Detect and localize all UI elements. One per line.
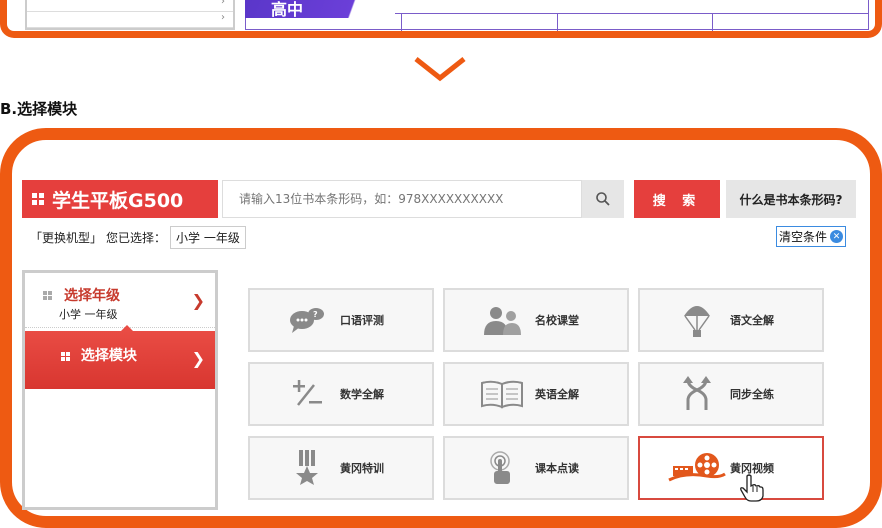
sidebar-item-label: 选择模块 (80, 348, 137, 364)
submit-search-button[interactable]: 搜 索 (634, 180, 720, 218)
plus-minus-icon (293, 380, 322, 406)
table-cell[interactable] (712, 13, 868, 31)
module-famous-school[interactable]: 名校课堂 (443, 288, 629, 352)
module-sync-practice[interactable]: 同步全练 (638, 362, 824, 426)
list-item[interactable]: › (27, 0, 233, 12)
open-book-icon (481, 380, 523, 409)
svg-text:?: ? (313, 310, 318, 319)
grade-list: › › (25, 0, 235, 30)
hand-cursor-icon (740, 474, 764, 502)
side-nav: 选择年级 小学 一年级 ❯ 选择模块 ❯ (22, 270, 218, 510)
module-label: 同步全练 (730, 388, 774, 401)
clear-conditions-button[interactable]: 清空条件 ✕ (776, 226, 847, 247)
module-textbook-reading[interactable]: 课本点读 (443, 436, 629, 500)
selected-tag: 小学 一年级 (170, 226, 246, 249)
search-icon (596, 192, 610, 206)
module-label: 数学全解 (340, 388, 384, 401)
chevron-right-icon: ❯ (191, 291, 205, 310)
cross-arrows-icon (683, 376, 711, 410)
close-icon: ✕ (830, 230, 844, 243)
sidebar-item-module[interactable]: 选择模块 ❯ (25, 325, 215, 389)
parachute-icon (684, 306, 710, 337)
module-label: 黄冈特训 (340, 462, 384, 475)
sidebar-item-label: 选择年级 (64, 288, 120, 304)
table-cell[interactable] (400, 13, 557, 31)
high-school-banner: 高中 (245, 0, 395, 19)
selection-row: 「更换机型」 您已选择： 小学 一年级 (30, 226, 246, 249)
module-huanggang-video[interactable]: 黄冈视频 (638, 436, 824, 500)
list-item[interactable]: › (27, 12, 233, 28)
module-english[interactable]: 英语全解 (443, 362, 629, 426)
grid-icon (61, 351, 70, 361)
barcode-help-button[interactable]: 什么是书本条形码? (726, 180, 856, 218)
module-math[interactable]: 数学全解 (248, 362, 434, 426)
chevron-right-icon: › (221, 12, 225, 23)
module-label: 口语评测 (340, 314, 384, 327)
module-chinese[interactable]: 语文全解 (638, 288, 824, 352)
module-label: 课本点读 (535, 462, 579, 475)
group-people-icon (484, 307, 521, 335)
module-label: 英语全解 (535, 388, 579, 401)
chevron-right-icon: ❯ (191, 349, 205, 368)
table-cell[interactable] (556, 13, 713, 31)
section-title: B.选择模块 (0, 100, 78, 118)
change-model-link[interactable]: 「更换机型」 (30, 229, 102, 246)
selected-prefix: 您已选择： (106, 231, 167, 245)
film-reel-icon (668, 453, 726, 482)
brand-title: 学生平板G500 (22, 180, 218, 218)
chevron-down-icon (414, 57, 466, 82)
divider (25, 327, 215, 328)
grid-icon (32, 193, 44, 205)
chevron-right-icon: › (221, 0, 225, 7)
module-oral-test[interactable]: ? 口语评测 (248, 288, 434, 352)
module-label: 名校课堂 (535, 314, 579, 327)
touch-point-icon (490, 451, 510, 484)
header-bar: 学生平板G500 搜 索 什么是书本条形码? (22, 180, 856, 218)
grid-icon (43, 290, 52, 300)
module-huanggang-training[interactable]: 黄冈特训 (248, 436, 434, 500)
brand-label: 学生平板G500 (52, 189, 184, 212)
speech-bubble-icon: ? (290, 308, 324, 333)
module-label: 语文全解 (730, 314, 774, 327)
sidebar-item-grade[interactable]: 选择年级 小学 一年级 ❯ (25, 273, 215, 327)
search-button[interactable] (582, 180, 624, 218)
search-input[interactable] (222, 180, 582, 218)
banner-label: 高中 (271, 0, 304, 19)
medal-star-icon (296, 450, 318, 485)
previous-step-frame: › › 高中 (0, 0, 882, 38)
clear-label: 清空条件 (779, 230, 828, 244)
module-grid: ? 口语评测 名校课堂 语文全解 数学全解 英语全解 同步全练 黄冈特训 课本点… (248, 288, 824, 500)
